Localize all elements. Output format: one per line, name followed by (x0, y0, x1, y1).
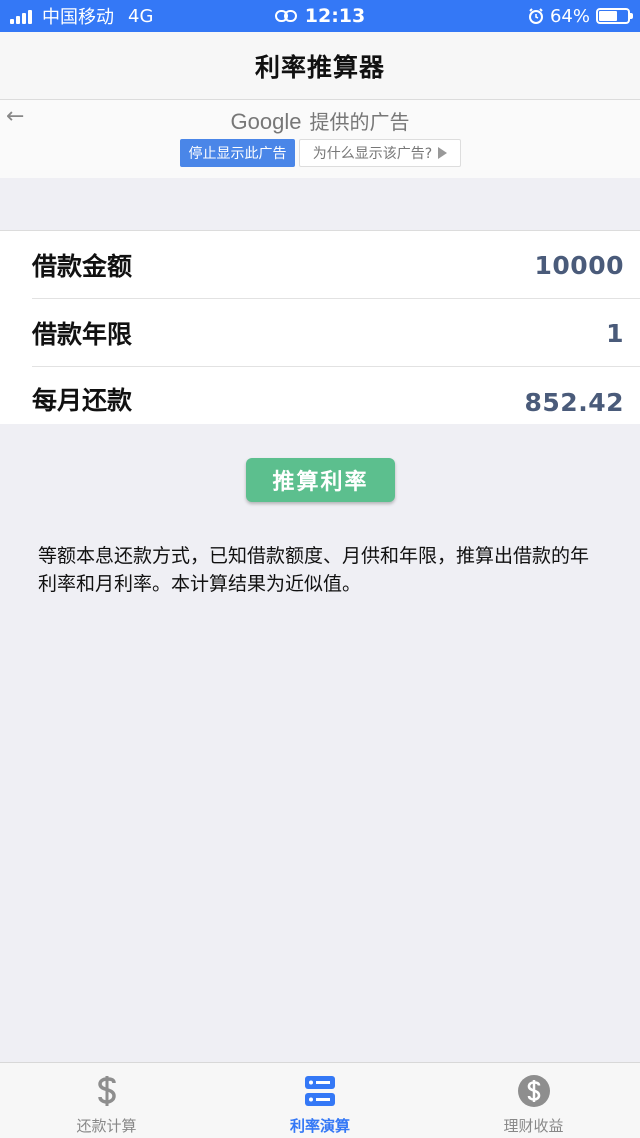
ad-banner: ← Google 提供的广告 停止显示此广告 为什么显示该广告? (0, 100, 640, 178)
dollar-sign-icon (97, 1076, 116, 1106)
status-left: 中国移动 4G (10, 3, 153, 29)
ad-provider-suffix: 提供的广告 (309, 110, 410, 134)
monthly-payment-value[interactable]: 852.42 (525, 388, 624, 417)
play-icon (438, 147, 448, 159)
tab-label: 还款计算 (76, 1117, 137, 1135)
battery-percent: 64% (549, 5, 590, 27)
server-icon (305, 1076, 335, 1106)
tab-rate-calc[interactable]: 利率演算 (214, 1063, 427, 1138)
tab-repayment[interactable]: 还款计算 (0, 1063, 213, 1138)
calculate-rate-button[interactable]: 推算利率 (246, 458, 395, 502)
navigation-bar: 利率推算器 (0, 32, 640, 100)
loan-amount-value[interactable]: 10000 (535, 251, 624, 280)
carrier-name: 中国移动 (42, 7, 114, 28)
clock-time: 12:13 (304, 5, 366, 27)
loan-term-label: 借款年限 (32, 320, 133, 349)
tab-label: 理财收益 (503, 1117, 564, 1135)
google-brand: Google (230, 109, 302, 134)
monthly-payment-label: 每月还款 (32, 386, 133, 415)
tab-bar: 还款计算 利率演算 理财收益 (0, 1062, 640, 1138)
loan-form: 借款金额 10000 借款年限 1 每月还款 852.42 (0, 230, 640, 424)
monthly-payment-row[interactable]: 每月还款 852.42 (0, 367, 640, 425)
loan-amount-label: 借款金额 (32, 252, 133, 281)
loan-term-row[interactable]: 借款年限 1 (0, 299, 640, 367)
stop-ad-label: 停止显示此广告 (188, 146, 287, 162)
battery-icon (596, 8, 633, 24)
why-ad-button[interactable]: 为什么显示该广告? (299, 139, 461, 167)
loan-term-value[interactable]: 1 (606, 319, 624, 348)
link-icon (274, 10, 297, 22)
stop-ad-button[interactable]: 停止显示此广告 (180, 139, 295, 167)
tab-finance-income[interactable]: 理财收益 (427, 1063, 640, 1138)
loan-amount-row[interactable]: 借款金额 10000 (0, 231, 640, 299)
status-right: 64% (528, 5, 633, 27)
status-bar: 中国移动 4G 12:13 64% (0, 0, 640, 32)
description-text: 等额本息还款方式，已知借款额度、月供和年限，推算出借款的年利率和月利率。本计算结… (38, 545, 590, 595)
tab-label: 利率演算 (289, 1117, 350, 1135)
alarm-icon (528, 8, 543, 24)
signal-icon (10, 8, 32, 24)
page-title: 利率推算器 (254, 52, 385, 82)
dollar-coin-icon (517, 1075, 550, 1107)
ad-provider: Google 提供的广告 (0, 106, 640, 135)
why-ad-label: 为什么显示该广告? (312, 146, 433, 162)
network-type: 4G (128, 5, 154, 27)
